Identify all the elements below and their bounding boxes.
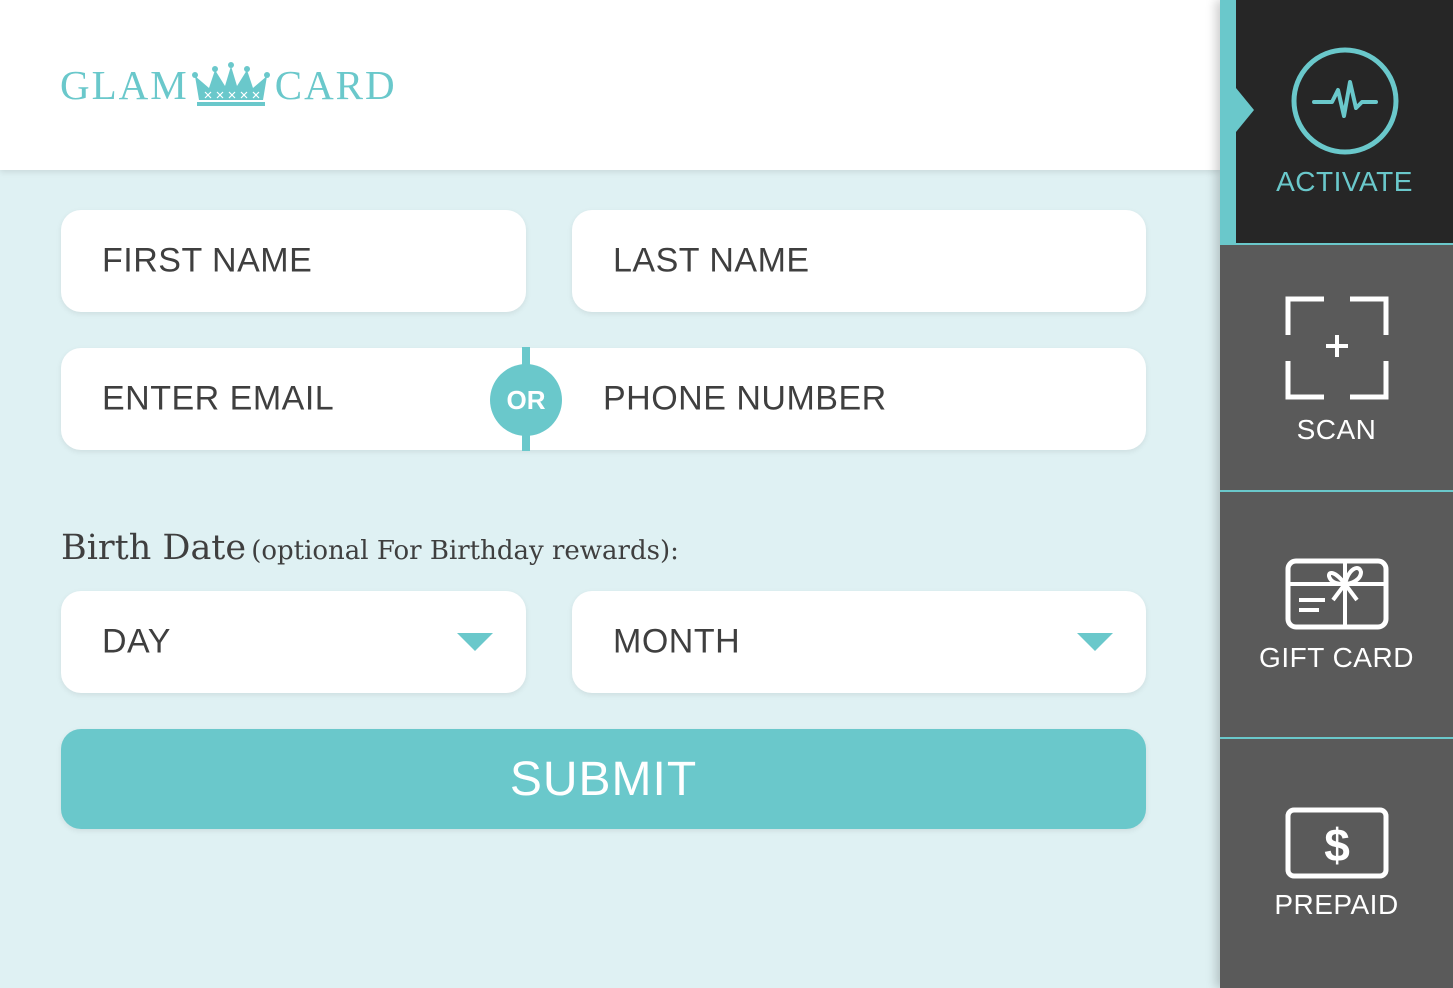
chevron-down-icon (457, 633, 493, 651)
month-select-value: MONTH (613, 622, 741, 661)
logo-text-left: GLAM (60, 62, 189, 108)
birth-date-title: Birth Date (61, 528, 247, 568)
or-badge: OR (490, 364, 562, 436)
pulse-icon (1291, 47, 1398, 155)
sidebar-label-gift-card: GIFT CARD (1259, 642, 1414, 673)
birth-date-label: Birth Date (optional For Birthday reward… (61, 528, 679, 568)
sidebar-item-gift-card[interactable]: GIFT CARD (1220, 494, 1453, 739)
dollar-sign: $ (1324, 819, 1350, 871)
active-notch (1236, 88, 1254, 132)
crown-icon (191, 62, 270, 106)
sidebar-label-prepaid: PREPAID (1274, 889, 1399, 920)
birth-date-note: (optional For Birthday rewards): (251, 536, 679, 566)
last-name-field[interactable]: LAST NAME (572, 210, 1146, 312)
logo: GLAM CARD (60, 60, 397, 110)
submit-button[interactable]: SUBMIT (61, 729, 1146, 829)
day-select-value: DAY (102, 622, 171, 661)
sidebar-item-scan[interactable]: SCAN (1220, 247, 1453, 492)
day-select[interactable]: DAY (61, 591, 526, 693)
email-placeholder: ENTER EMAIL (102, 379, 335, 418)
sidebar-label-activate: ACTIVATE (1276, 166, 1413, 197)
sidebar-item-prepaid[interactable]: $ PREPAID (1220, 741, 1453, 988)
phone-field[interactable]: PHONE NUMBER (562, 348, 1146, 450)
sidebar: ACTIVATE SCAN GIFT CARD $ PREPAID (1220, 0, 1453, 988)
last-name-placeholder: LAST NAME (613, 241, 810, 280)
gift-card-icon (1285, 558, 1388, 630)
first-name-placeholder: FIRST NAME (102, 241, 313, 280)
dollar-card-icon: $ (1285, 807, 1388, 879)
header: GLAM CARD (0, 0, 1220, 170)
month-select[interactable]: MONTH (572, 591, 1146, 693)
logo-text-right: CARD (274, 62, 397, 108)
sidebar-label-scan: SCAN (1296, 414, 1377, 445)
phone-placeholder: PHONE NUMBER (603, 379, 887, 418)
active-indicator (1220, 0, 1236, 243)
scan-icon (1285, 296, 1388, 400)
sidebar-item-activate[interactable]: ACTIVATE (1220, 0, 1453, 245)
chevron-down-icon (1077, 633, 1113, 651)
first-name-field[interactable]: FIRST NAME (61, 210, 526, 312)
